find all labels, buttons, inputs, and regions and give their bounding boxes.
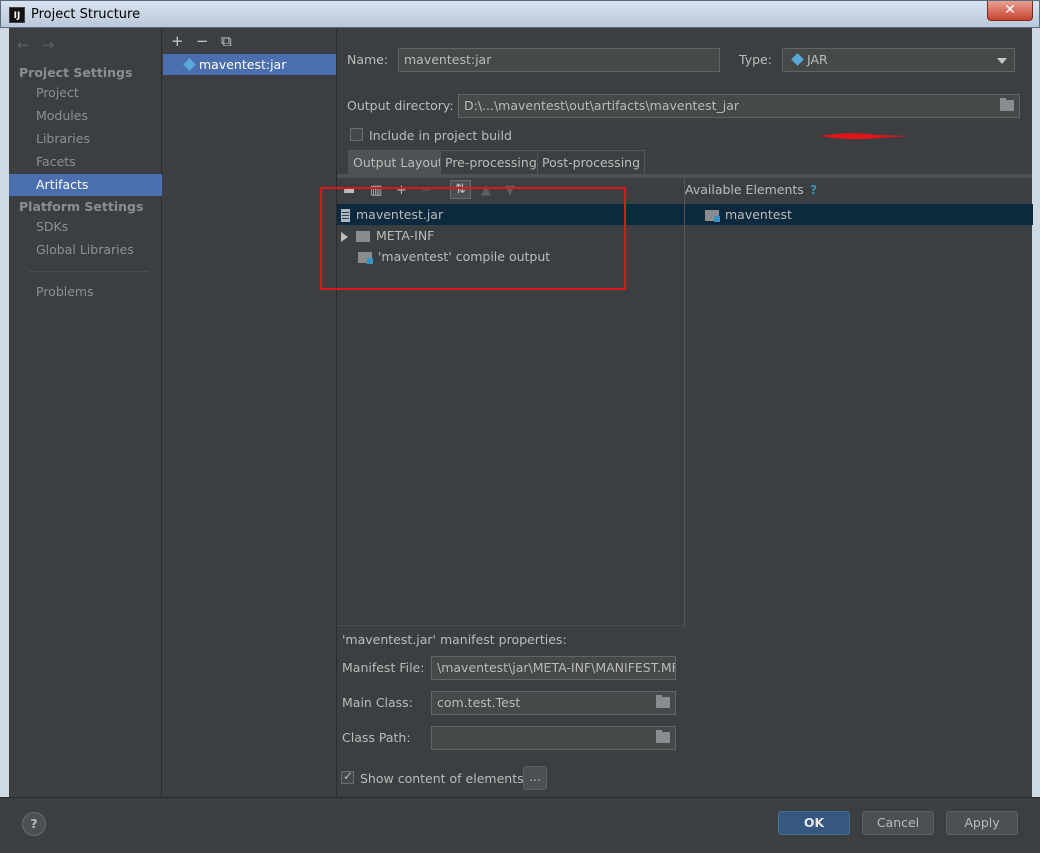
available-item-maventest[interactable]: maventest [685,204,1033,225]
output-directory-label: Output directory: [347,98,454,113]
artifact-item-label: maventest:jar [199,57,287,72]
type-label: Type: [739,52,772,67]
remove-artifact-button[interactable]: − [196,34,209,49]
manifest-divider [337,625,684,626]
nav-item-facets[interactable]: Facets [9,151,162,173]
main-class-label: Main Class: [342,695,413,710]
manifest-file-field[interactable]: \maventest\jar\META-INF\MANIFEST.MF [431,656,676,680]
window-border-left [0,28,9,853]
nav-item-problems[interactable]: Problems [9,281,162,303]
include-in-build-label: Include in project build [369,128,512,143]
nav-item-modules[interactable]: Modules [9,105,162,127]
name-field[interactable]: maventest:jar [398,48,720,72]
manifest-file-label: Manifest File: [342,660,425,675]
type-combo[interactable]: JAR [782,48,1015,72]
section-platform-settings: Platform Settings [19,199,144,214]
tab-pre-processing[interactable]: Pre-processing [440,150,542,174]
tab-output-layout[interactable]: Output Layout [348,150,448,174]
class-path-label: Class Path: [342,730,411,745]
type-value: JAR [807,52,828,67]
available-elements-panel: Available Elements? maventest [684,178,1033,628]
nav-item-global-libraries[interactable]: Global Libraries [9,239,162,261]
main-class-value: com.test.Test [437,695,521,710]
show-content-label: Show content of elements [360,771,524,786]
tab-post-processing[interactable]: Post-processing [537,150,646,174]
artifact-list-panel: + − ⧉ maventest:jar [163,29,337,797]
title-bar: IJ Project Structure ✕ [0,0,1040,28]
intellij-app-icon: IJ [9,7,25,23]
name-label: Name: [347,52,389,67]
jar-type-icon [791,53,804,66]
nav-item-sdks[interactable]: SDKs [9,216,162,238]
close-icon: ✕ [1004,2,1016,18]
manifest-heading: 'maventest.jar' manifest properties: [342,632,567,647]
include-in-build-checkbox[interactable] [350,128,363,141]
artifact-config-panel: Name: maventest:jar Type: JAR Output dir… [337,29,1033,797]
show-content-checkbox[interactable] [341,769,354,784]
class-path-field[interactable] [431,726,676,750]
copy-artifact-button[interactable]: ⧉ [221,34,232,49]
available-elements-title: Available Elements? [685,182,817,197]
available-elements-label: Available Elements [685,182,804,197]
close-window-button[interactable]: ✕ [987,1,1033,21]
help-button[interactable]: ? [22,812,46,836]
add-artifact-button[interactable]: + [171,34,184,49]
output-directory-value: D:\...\maventest\out\artifacts\maventest… [464,98,740,113]
window-title: Project Structure [31,7,141,22]
show-content-options-button[interactable]: ... [523,766,547,790]
browse-folder-icon[interactable] [1000,98,1014,111]
nav-item-artifacts[interactable]: Artifacts [9,174,162,196]
red-redaction-mark [819,133,909,140]
browse-folder-icon[interactable] [656,730,670,743]
back-arrow-icon[interactable]: ← [17,36,30,54]
window-border-right [1032,28,1040,853]
output-directory-field[interactable]: D:\...\maventest\out\artifacts\maventest… [458,94,1020,118]
module-folder-icon [705,210,720,222]
nav-item-libraries[interactable]: Libraries [9,128,162,150]
nav-divider [29,271,149,272]
settings-navigation: ← → Project Settings Project Modules Libr… [9,29,162,797]
chevron-down-icon [997,58,1007,64]
main-class-field[interactable]: com.test.Test [431,691,676,715]
nav-history-arrows: ← → [17,36,66,54]
jar-artifact-icon [183,58,196,71]
nav-item-project[interactable]: Project [9,82,162,104]
forward-arrow-icon[interactable]: → [42,36,55,54]
section-project-settings: Project Settings [19,65,133,80]
cancel-button[interactable]: Cancel [862,811,934,835]
available-item-label: maventest [725,207,792,222]
ok-button[interactable]: OK [778,811,850,835]
browse-folder-icon[interactable] [656,695,670,708]
help-icon[interactable]: ? [810,182,817,197]
red-highlight-box [320,187,626,290]
artifact-item-maventest-jar[interactable]: maventest:jar [163,54,336,75]
apply-button[interactable]: Apply [946,811,1018,835]
dialog-button-bar: ? OK Cancel Apply [0,797,1040,853]
